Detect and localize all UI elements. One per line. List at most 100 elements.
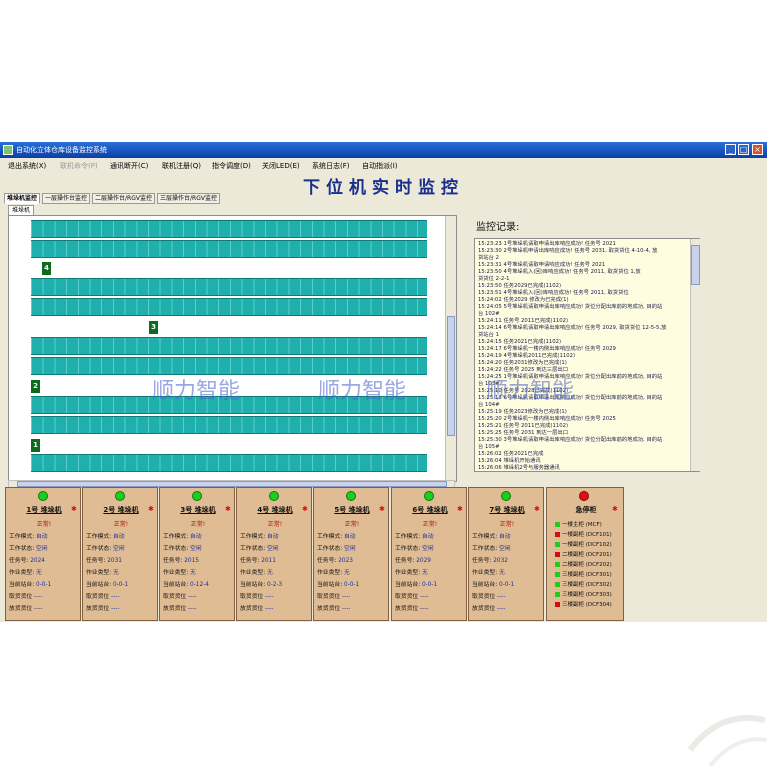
status-light-icon xyxy=(115,491,125,501)
crane-field-mode: 工作模式: 自动 xyxy=(317,531,356,540)
field-value: 0-0-1 xyxy=(499,582,515,588)
field-value: 0-12-4 xyxy=(190,582,209,588)
crane-field-op: 作业类型: 无 xyxy=(317,567,350,576)
field-label: 取货货位 xyxy=(317,594,341,600)
crane-field-mode: 工作模式: 自动 xyxy=(395,531,434,540)
watermark: 顺力智能 xyxy=(152,379,241,404)
menu-led[interactable]: 关闭LED(E) xyxy=(262,160,300,172)
field-value: 2029 xyxy=(416,558,431,564)
crane-name-text[interactable]: 5号 堆垛机 xyxy=(334,506,369,514)
crane-name-text[interactable]: 2号 堆垛机 xyxy=(103,506,138,514)
menu-log[interactable]: 系统日志(F) xyxy=(312,160,350,172)
field-label: 放货货位 xyxy=(86,606,110,612)
tab-floor3[interactable]: 三层操作台/RGV监控 xyxy=(157,193,220,204)
field-label: 放货货位 xyxy=(9,606,33,612)
field-value: ---- xyxy=(34,606,43,612)
scroll-thumb[interactable] xyxy=(447,316,455,436)
menu-bar: 退出系统(X) 联机命令(P) 通讯断开(C) 联机注册(Q) 指令调度(D) … xyxy=(0,160,767,172)
crane-name-text[interactable]: 1号 堆垛机 xyxy=(26,506,61,514)
field-value: 无 xyxy=(267,570,273,576)
stacker-marker[interactable]: 1 xyxy=(31,439,40,452)
crane-status: 正常! xyxy=(36,521,52,528)
crane-status: 正常! xyxy=(422,521,438,528)
log-line: 台 102# xyxy=(478,311,500,317)
log-line: 15:25:20 2号堆垛机一楼内侧出库响应成功! 任务号 2025 xyxy=(478,416,616,422)
cabinet-item-label: 一楼副柜 (DCF102) xyxy=(562,542,612,548)
crane-status: 正常! xyxy=(113,521,129,528)
maximize-button[interactable]: □ xyxy=(738,144,749,155)
menu-disconnect[interactable]: 通讯断开(C) xyxy=(110,160,148,172)
crane-field-op: 作业类型: 无 xyxy=(163,567,196,576)
minimize-button[interactable]: _ xyxy=(725,144,736,155)
field-label: 工作模式: xyxy=(395,534,421,540)
menu-register[interactable]: 联机注册(Q) xyxy=(162,160,201,172)
tab-floor1[interactable]: 一层操作台监控 xyxy=(42,193,91,204)
menu-dispatch[interactable]: 指令调度(D) xyxy=(212,160,251,172)
crane-field-pick: 取货货位 ---- xyxy=(9,591,42,600)
field-label: 作业类型: xyxy=(240,570,266,576)
field-value: ---- xyxy=(111,594,120,600)
log-line: 15:26:04 堆垛机开始通讯 xyxy=(478,458,541,464)
field-label: 当前站台: xyxy=(395,582,421,588)
field-label: 工作状态: xyxy=(163,546,189,552)
crane-field-pick: 取货货位 ---- xyxy=(163,591,196,600)
field-label: 任务号: xyxy=(86,558,106,564)
cabinet-status-icon xyxy=(555,522,560,527)
vertical-scrollbar[interactable] xyxy=(445,216,456,481)
field-value: 0-0-1 xyxy=(113,582,129,588)
crane-card[interactable]: 2号 堆垛机 ✱ 正常! 工作模式: 自动 工作状态: 空闲 任务号: 2031 作业类型:… xyxy=(82,487,158,621)
watermark: 顺力智能 xyxy=(318,379,407,404)
crane-field-pos: 当前站台: 0-0-1 xyxy=(317,579,359,588)
log-scrollbar[interactable] xyxy=(690,239,700,471)
crane-card[interactable]: 5号 堆垛机 ✱ 正常! 工作模式: 自动 工作状态: 空闲 任务号: 2023 作业类型:… xyxy=(313,487,389,621)
log-line: 15:24:19 4号堆垛机2011已完成(1102) xyxy=(478,353,576,359)
field-label: 工作状态: xyxy=(395,546,421,552)
field-label: 工作状态: xyxy=(472,546,498,552)
alarm-star-icon: ✱ xyxy=(225,505,231,513)
log-list[interactable]: 15:23:23 1号堆垛机请取申请出库响应成功! 任务号 2021 15:23:… xyxy=(474,238,700,472)
crane-field-task: 任务号: 2024 xyxy=(9,555,45,564)
crane-field-put: 放货货位 ---- xyxy=(240,603,273,612)
field-label: 取货货位 xyxy=(395,594,419,600)
crane-field-op: 作业类型: 无 xyxy=(472,567,505,576)
crane-field-put: 放货货位 ---- xyxy=(163,603,196,612)
log-line: 15:24:02 任务2029 修改为已完成(1) xyxy=(478,297,569,303)
cabinet-status-icon xyxy=(555,552,560,557)
cabinet-item-label: 三楼副柜 (DCF303) xyxy=(562,592,612,598)
field-label: 工作状态: xyxy=(317,546,343,552)
field-value: 2015 xyxy=(184,558,199,564)
crane-field-state: 工作状态: 空闲 xyxy=(163,543,202,552)
crane-field-mode: 工作模式: 自动 xyxy=(472,531,511,540)
crane-name-text[interactable]: 6号 堆垛机 xyxy=(412,506,447,514)
crane-name-text[interactable]: 3号 堆垛机 xyxy=(180,506,215,514)
crane-card[interactable]: 7号 堆垛机 ✱ 正常! 工作模式: 自动 工作状态: 空闲 任务号: 2032 作业类型:… xyxy=(468,487,544,621)
menu-connect[interactable]: 联机命令(P) xyxy=(60,160,98,172)
alarm-star-icon: ✱ xyxy=(302,505,308,513)
crane-name-text[interactable]: 4号 堆垛机 xyxy=(257,506,292,514)
menu-exit[interactable]: 退出系统(X) xyxy=(8,160,46,172)
app-icon xyxy=(3,145,13,155)
crane-card[interactable]: 1号 堆垛机 ✱ 正常! 工作模式: 自动 工作状态: 空闲 任务号: 2024 作业类型:… xyxy=(5,487,81,621)
stacker-marker[interactable]: 3 xyxy=(149,321,158,334)
crane-field-mode: 工作模式: 自动 xyxy=(9,531,48,540)
stacker-marker[interactable]: 2 xyxy=(31,380,40,393)
emergency-cabinet-card[interactable]: 急停柜 ✱ 一楼主柜 (MCF) 一楼副柜 (DCF101) 一楼副柜 (DCF102)… xyxy=(546,487,624,621)
crane-name-text[interactable]: 7号 堆垛机 xyxy=(489,506,524,514)
alarm-light-icon xyxy=(579,491,589,501)
crane-card[interactable]: 4号 堆垛机 ✱ 正常! 工作模式: 自动 工作状态: 空闲 任务号: 2011 作业类型:… xyxy=(236,487,312,621)
crane-card[interactable]: 6号 堆垛机 ✱ 正常! 工作模式: 自动 工作状态: 空闲 任务号: 2029 作业类型:… xyxy=(391,487,467,621)
log-line: 15:23:31 4号堆垛机请取申请响应成功! 任务号 2021 xyxy=(478,262,606,268)
scroll-thumb[interactable] xyxy=(691,245,700,285)
title-bar: 自动化立体仓库设备监控系统 _ □ × xyxy=(0,142,767,158)
crane-status: 正常! xyxy=(190,521,206,528)
crane-card[interactable]: 3号 堆垛机 ✱ 正常! 工作模式: 自动 工作状态: 空闲 任务号: 2015 作业类型:… xyxy=(159,487,235,621)
close-button[interactable]: × xyxy=(752,144,763,155)
tab-floor2[interactable]: 二层操作台/RGV监控 xyxy=(92,193,155,204)
field-value: ---- xyxy=(497,606,506,612)
rack-row xyxy=(31,220,427,238)
crane-field-task: 任务号: 2023 xyxy=(317,555,353,564)
tab-stacker[interactable]: 堆垛机监控 xyxy=(4,193,41,204)
menu-auto-assign[interactable]: 自动指派(I) xyxy=(362,160,398,172)
stacker-marker[interactable]: 4 xyxy=(42,262,51,275)
crane-field-put: 放货货位 ---- xyxy=(317,603,350,612)
